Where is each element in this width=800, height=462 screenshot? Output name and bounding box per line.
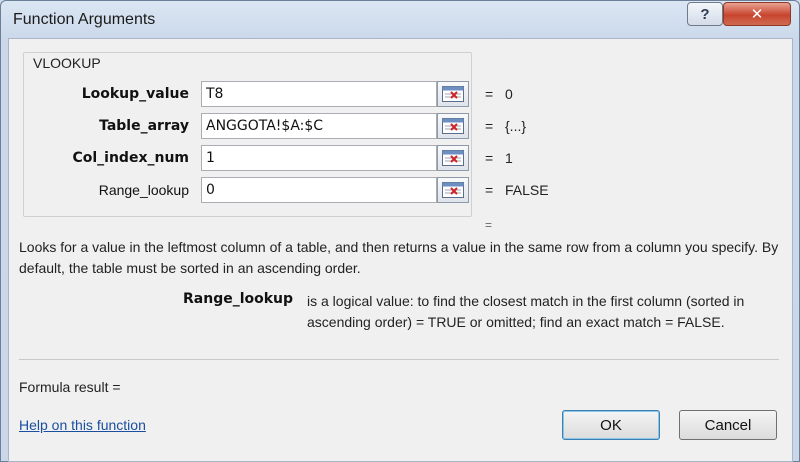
equals-sign: = [485, 150, 494, 166]
cancel-button[interactable]: Cancel [679, 410, 777, 440]
help-on-function-link[interactable]: Help on this function [19, 417, 146, 433]
arg-label-table-array: Table_array [99, 118, 189, 134]
col-index-num-result: 1 [505, 150, 513, 166]
dialog-title: Function Arguments [13, 11, 156, 28]
close-icon: ✕ [750, 6, 764, 23]
range-lookup-input[interactable] [201, 177, 437, 203]
function-arguments-dialog: Function Arguments ? ✕ VLOOKUP Lookup_va… [0, 0, 800, 462]
lookup-value-ref-button[interactable] [437, 81, 469, 107]
range-lookup-ref-button[interactable] [437, 177, 469, 203]
arg-label-col-index-num: Col_index_num [72, 150, 189, 166]
help-button[interactable]: ? [687, 2, 723, 26]
lookup-value-result: 0 [505, 86, 513, 102]
argument-help-text: is a logical value: to find the closest … [307, 293, 745, 330]
argument-help-name: Range_lookup [183, 291, 294, 307]
range-select-icon [442, 118, 464, 134]
dialog-body: VLOOKUP Lookup_value = 0 Table_array [8, 38, 793, 462]
lookup-value-input[interactable] [201, 81, 437, 107]
title-bar[interactable]: Function Arguments ? ✕ [1, 1, 799, 39]
equals-sign: = [485, 182, 494, 198]
range-select-icon [442, 150, 464, 166]
arg-label-range-lookup: Range_lookup [98, 182, 189, 198]
range-lookup-result: FALSE [505, 182, 549, 198]
col-index-num-ref-button[interactable] [437, 145, 469, 171]
help-icon: ? [700, 5, 710, 23]
table-array-input[interactable] [201, 113, 437, 139]
col-index-num-input[interactable] [201, 145, 437, 171]
table-array-result: {...} [505, 118, 527, 134]
function-description: Looks for a value in the leftmost column… [19, 239, 779, 276]
overall-equals-sign: = [485, 218, 493, 232]
formula-result: Formula result = [19, 379, 121, 395]
equals-sign: = [485, 86, 494, 102]
function-name: VLOOKUP [31, 55, 103, 71]
arg-label-lookup-value: Lookup_value [81, 86, 189, 102]
range-select-icon [442, 86, 464, 102]
ok-button[interactable]: OK [562, 410, 660, 440]
equals-sign: = [485, 118, 494, 134]
range-select-icon [442, 182, 464, 198]
table-array-ref-button[interactable] [437, 113, 469, 139]
divider [19, 359, 779, 360]
close-button[interactable]: ✕ [723, 2, 791, 26]
